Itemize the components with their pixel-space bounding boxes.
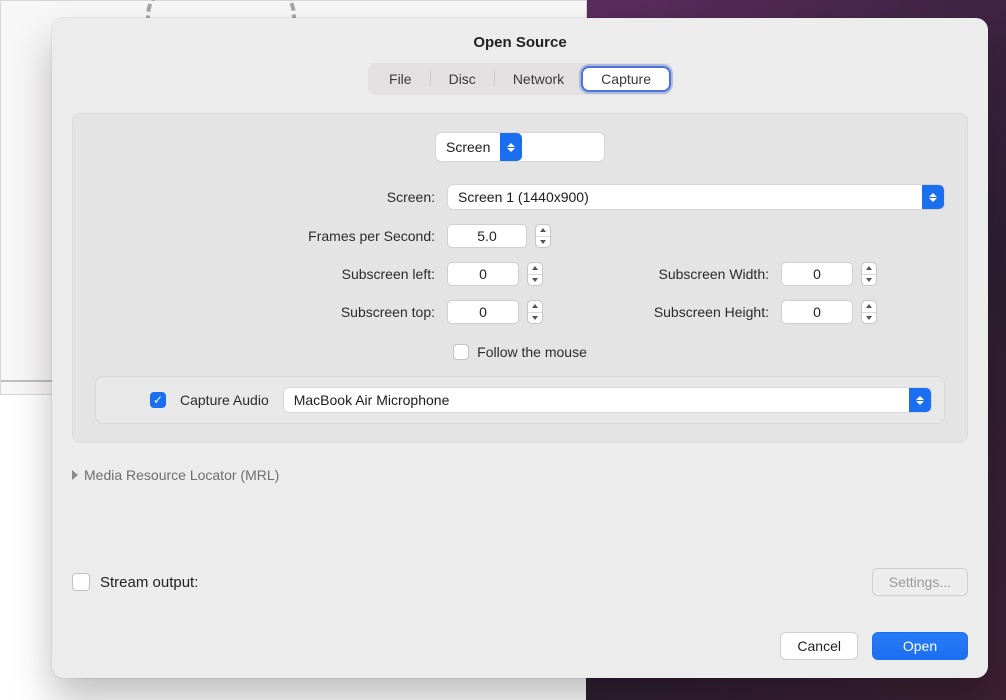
- subscreen-width-input[interactable]: 0: [781, 262, 853, 286]
- mrl-disclosure[interactable]: Media Resource Locator (MRL): [72, 467, 968, 483]
- check-icon: ✓: [153, 394, 163, 406]
- subscreen-width-stepper[interactable]: [861, 262, 877, 286]
- chevron-up-icon: [540, 228, 546, 232]
- tab-file[interactable]: File: [371, 68, 430, 90]
- cancel-button[interactable]: Cancel: [780, 632, 858, 660]
- chevron-down-icon: [866, 316, 872, 320]
- capture-audio-label: Capture Audio: [180, 392, 269, 408]
- dialog-title: Open Source: [72, 34, 968, 51]
- chevron-down-icon: [540, 240, 546, 244]
- mrl-label: Media Resource Locator (MRL): [84, 467, 279, 483]
- settings-button[interactable]: Settings...: [872, 568, 968, 596]
- subscreen-width-label: Subscreen Width:: [589, 266, 769, 282]
- stream-output-label: Stream output:: [100, 574, 198, 591]
- stream-output-checkbox[interactable]: [72, 573, 90, 591]
- fps-stepper[interactable]: [535, 224, 551, 248]
- follow-mouse-label: Follow the mouse: [477, 344, 587, 360]
- subscreen-left-stepper[interactable]: [527, 262, 543, 286]
- chevron-up-icon: [866, 266, 872, 270]
- capture-mode-select[interactable]: Screen: [435, 132, 605, 162]
- chevron-up-icon: [532, 266, 538, 270]
- tab-capture[interactable]: Capture: [583, 68, 669, 90]
- audio-device-value: MacBook Air Microphone: [284, 392, 909, 408]
- screen-value: Screen 1 (1440x900): [448, 189, 922, 205]
- subscreen-left-input[interactable]: 0: [447, 262, 519, 286]
- disclosure-triangle-icon: [72, 470, 78, 480]
- fps-label: Frames per Second:: [95, 228, 435, 244]
- chevron-up-icon: [866, 304, 872, 308]
- audio-device-select[interactable]: MacBook Air Microphone: [283, 387, 932, 413]
- tab-disc[interactable]: Disc: [431, 68, 494, 90]
- fps-input[interactable]: 5.0: [447, 224, 527, 248]
- chevron-down-icon: [532, 278, 538, 282]
- tab-network[interactable]: Network: [495, 68, 582, 90]
- screen-select[interactable]: Screen 1 (1440x900): [447, 184, 945, 210]
- source-tabs: File Disc Network Capture: [368, 63, 672, 95]
- updown-icon: [500, 133, 522, 161]
- subscreen-top-label: Subscreen top:: [95, 304, 435, 320]
- capture-mode-value: Screen: [436, 139, 500, 155]
- open-source-dialog: Open Source File Disc Network Capture Sc…: [52, 18, 988, 678]
- capture-settings-card: Screen Screen: Screen 1 (1440x900) Frame…: [72, 113, 968, 443]
- capture-audio-checkbox[interactable]: ✓: [150, 392, 166, 408]
- chevron-down-icon: [866, 278, 872, 282]
- subscreen-left-label: Subscreen left:: [95, 266, 435, 282]
- open-button[interactable]: Open: [872, 632, 968, 660]
- updown-icon: [922, 185, 944, 209]
- chevron-down-icon: [532, 316, 538, 320]
- capture-audio-section: ✓ Capture Audio MacBook Air Microphone: [95, 376, 945, 424]
- updown-icon: [909, 388, 931, 412]
- subscreen-height-input[interactable]: 0: [781, 300, 853, 324]
- subscreen-height-stepper[interactable]: [861, 300, 877, 324]
- chevron-up-icon: [532, 304, 538, 308]
- subscreen-top-input[interactable]: 0: [447, 300, 519, 324]
- subscreen-height-label: Subscreen Height:: [589, 304, 769, 320]
- follow-mouse-checkbox[interactable]: [453, 344, 469, 360]
- screen-label: Screen:: [95, 189, 435, 205]
- subscreen-top-stepper[interactable]: [527, 300, 543, 324]
